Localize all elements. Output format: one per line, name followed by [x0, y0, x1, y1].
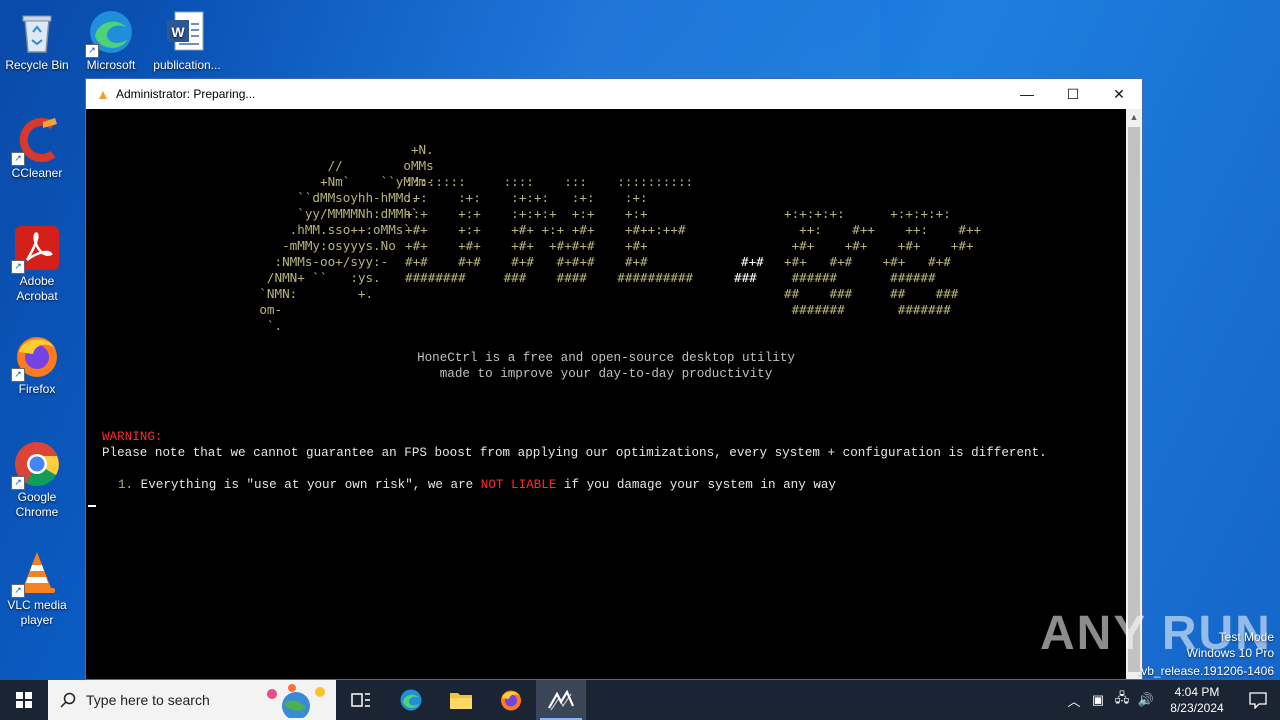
honectrl-icon: [548, 689, 575, 711]
desktop-icon-label: Firefox: [18, 382, 56, 396]
edge-icon: [400, 689, 422, 711]
text-cursor: [88, 505, 96, 507]
shortcut-arrow-icon: ↗: [11, 260, 25, 274]
taskbar-file-explorer-button[interactable]: [436, 680, 486, 720]
tagline-line-1: HoneCtrl is a free and open-source deskt…: [417, 351, 795, 365]
task-view-button[interactable]: [336, 680, 386, 720]
desktop-icon-label: VLC media player: [7, 598, 67, 627]
close-icon: ✕: [1113, 85, 1125, 102]
device-icon[interactable]: ▣: [1086, 692, 1110, 708]
not-liable-text: NOT LIABLE: [480, 478, 557, 492]
warning-text: Please note that we cannot guarantee an …: [102, 446, 1047, 460]
console-output[interactable]: +N. // oMMs +Nm` ``yMMm- ``dMMsoyhh-hMMd…: [86, 109, 1126, 679]
maximize-button[interactable]: ☐: [1050, 79, 1096, 109]
close-button[interactable]: ✕: [1096, 79, 1142, 109]
console-window[interactable]: Administrator: Preparing... — ☐ ✕ +N. //…: [85, 78, 1143, 680]
desktop-icon-recycle-bin[interactable]: Recycle Bin: [1, 8, 73, 73]
task-view-icon: [351, 693, 370, 707]
disclaimer-item: 1. Everything is "use at your own risk",…: [118, 478, 836, 492]
edge-icon: ↗: [85, 8, 135, 58]
chevron-up-icon[interactable]: ︿: [1062, 691, 1086, 710]
warning-label: WARNING:: [102, 430, 163, 444]
notifications-button[interactable]: [1236, 680, 1280, 720]
search-icon: [60, 692, 76, 708]
minimize-icon: —: [1020, 86, 1034, 102]
ascii-word-hone: :::::::: :::: ::: :::::::::: :+: :+: :+:…: [405, 174, 694, 285]
notification-icon: [1249, 692, 1267, 709]
tagline-line-2: made to improve your day-to-day producti…: [439, 367, 773, 381]
os-edition-text: Windows 10 Pro: [1186, 646, 1274, 660]
recycle-bin-icon: [13, 8, 61, 56]
vertical-scrollbar[interactable]: ▲: [1126, 109, 1142, 679]
desktop-icon-firefox[interactable]: ↗ Firefox: [1, 332, 73, 397]
volume-icon[interactable]: 🔊: [1134, 692, 1158, 708]
chrome-icon: ↗: [11, 440, 61, 490]
window-titlebar[interactable]: Administrator: Preparing... — ☐ ✕: [86, 79, 1142, 109]
desktop-icon-google-chrome[interactable]: ↗ Google Chrome: [1, 440, 73, 520]
list-text-after: if you damage your system in any way: [556, 478, 836, 492]
word-document-icon: W: [163, 8, 211, 56]
shortcut-arrow-icon: ↗: [11, 152, 25, 166]
ascii-highlight-b: ###: [734, 270, 757, 285]
desktop-icon-label: Adobe Acrobat: [16, 274, 58, 303]
desktop-icon-publication[interactable]: W publication...: [151, 8, 223, 73]
console-app-icon: [98, 89, 108, 99]
test-mode-text: Test Mode: [1218, 630, 1274, 644]
windows-logo-icon: [16, 692, 32, 708]
desktop-icon-edge[interactable]: ↗ Microsoft Edge: [75, 8, 147, 73]
shortcut-arrow-icon: ↗: [85, 44, 99, 58]
desktop-icon-label: CCleaner: [11, 166, 63, 180]
vlc-icon: ↗: [11, 548, 61, 598]
clock-time: 4:04 PM: [1174, 685, 1220, 699]
search-highlight-icon: [267, 684, 325, 718]
ccleaner-icon: ↗: [11, 116, 61, 166]
firefox-icon: ↗: [11, 332, 61, 382]
ascii-logo: +N. // oMMs +Nm` ``yMMm- ``dMMsoyhh-hMMd…: [259, 142, 434, 333]
clock-date: 8/23/2024: [1170, 701, 1224, 715]
desktop-icon-adobe-acrobat[interactable]: ↗ Adobe Acrobat: [1, 224, 73, 304]
ascii-word-ctrl: +:+:+:+: +:+:+:+: ++: #++ ++: #++ +#+ +#…: [784, 206, 982, 317]
maximize-icon: ☐: [1066, 85, 1080, 102]
taskbar-firefox-button[interactable]: [486, 680, 536, 720]
system-tray: ︿ ▣ 🖧 🔊 4:04 PM 8/23/2024: [1062, 680, 1280, 720]
adobe-acrobat-icon: ↗: [11, 224, 61, 274]
taskbar-honectrl-button[interactable]: [536, 680, 586, 720]
list-text-before: Everything is "use at your own risk", we…: [133, 478, 481, 492]
os-build-text: Build 19041.vb_release.191206-1406: [1138, 664, 1274, 678]
search-placeholder: Type here to search: [86, 692, 210, 708]
start-button[interactable]: [0, 680, 48, 720]
taskbar-search-box[interactable]: Type here to search: [48, 680, 336, 720]
taskbar: Type here to search ︿ ▣ 🖧 🔊 4:04 PM 8/23…: [0, 680, 1280, 720]
scrollbar-thumb[interactable]: [1128, 127, 1140, 672]
minimize-button[interactable]: —: [1004, 79, 1050, 109]
network-icon[interactable]: 🖧: [1110, 689, 1134, 711]
firefox-icon: [501, 690, 521, 711]
desktop-icon-label: Microsoft Edge: [86, 58, 136, 72]
window-title: Administrator: Preparing...: [116, 87, 256, 101]
desktop-icon-vlc[interactable]: ↗ VLC media player: [1, 548, 73, 628]
folder-icon: [450, 693, 472, 709]
desktop-icon-label: Recycle Bin: [5, 58, 69, 72]
shortcut-arrow-icon: ↗: [11, 368, 25, 382]
taskbar-edge-button[interactable]: [386, 680, 436, 720]
shortcut-arrow-icon: ↗: [11, 584, 25, 598]
desktop-icon-ccleaner[interactable]: ↗ CCleaner: [1, 116, 73, 181]
ascii-highlight-a: #+#: [741, 254, 764, 269]
desktop-icon-label: publication...: [153, 58, 221, 72]
svg-text:W: W: [171, 24, 185, 40]
clock[interactable]: 4:04 PM 8/23/2024: [1158, 684, 1236, 716]
shortcut-arrow-icon: ↗: [11, 476, 25, 490]
desktop-icon-label: Google Chrome: [15, 490, 59, 519]
list-number: 1.: [118, 478, 134, 492]
scroll-up-icon[interactable]: ▲: [1126, 109, 1142, 125]
